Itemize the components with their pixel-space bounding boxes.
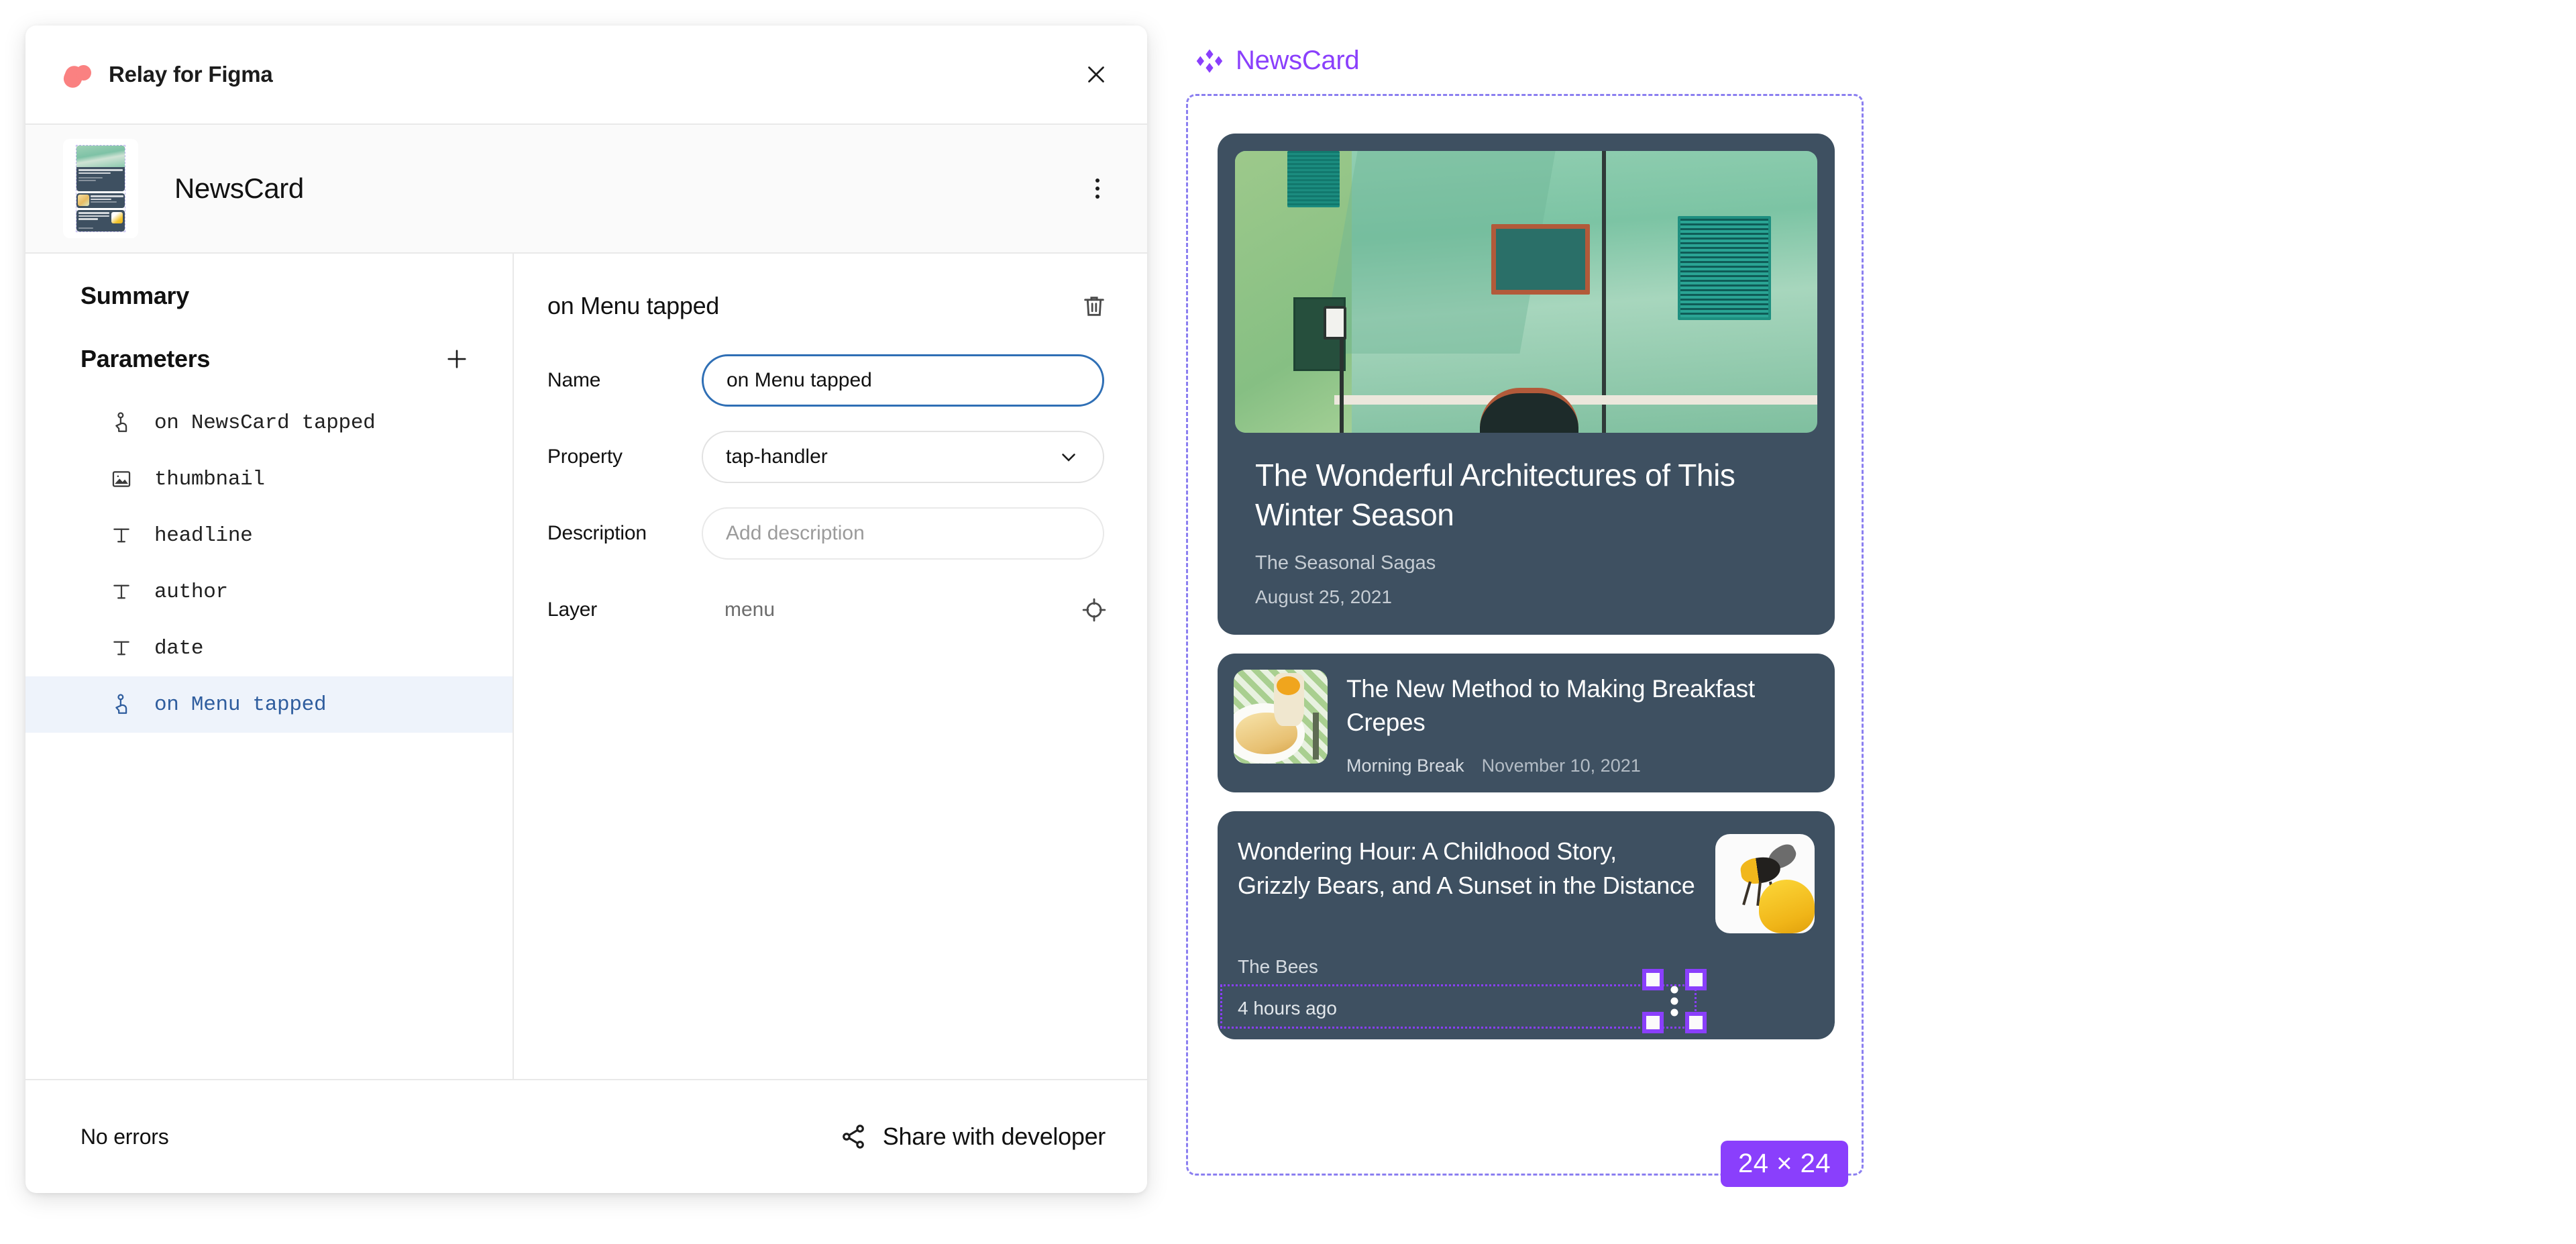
chevron-down-icon (1062, 454, 1075, 462)
layer-value: menu (724, 599, 775, 621)
bee-honey-photo (1715, 833, 1815, 933)
close-icon (1088, 66, 1104, 83)
share-with-developer-button[interactable]: Share with developer (839, 1122, 1106, 1151)
newscard-stack: The Wonderful Architectures of This Wint… (1218, 134, 1835, 1039)
layer-label: Layer (547, 599, 598, 621)
featured-headline: Wondering Hour: A Childhood Story, Grizz… (1238, 837, 1695, 899)
resize-handle-bottom-left[interactable] (1642, 1011, 1664, 1033)
crosshair-target-icon (1082, 598, 1106, 622)
hero-headline: The Wonderful Architectures of This Wint… (1255, 458, 1735, 532)
property-row: Property tap-handler (547, 431, 1114, 483)
image-icon (107, 465, 136, 493)
detail-header: on Menu tapped (547, 282, 1114, 330)
name-row: Name (547, 354, 1114, 407)
parameter-row[interactable]: headline (25, 507, 513, 564)
add-parameter-button[interactable] (439, 341, 475, 377)
parameters-heading: Parameters (80, 345, 211, 372)
relay-logo-icon (60, 59, 94, 91)
parameter-row[interactable]: on Menu tapped (25, 676, 513, 733)
component-thumbnail (63, 139, 138, 238)
detail-title: on Menu tapped (547, 292, 720, 319)
green-building-photo (1235, 151, 1817, 433)
summary-heading: Summary (80, 282, 189, 309)
property-select-value: tap-handler (726, 446, 828, 468)
name-label: Name (547, 369, 601, 391)
component-frame-outline[interactable]: The Wonderful Architectures of This Wint… (1186, 94, 1864, 1176)
resize-handle-top-left[interactable] (1642, 968, 1664, 990)
parameter-row[interactable]: author (25, 564, 513, 620)
text-icon (107, 521, 136, 550)
row-card-text: The New Method to Making Breakfast Crepe… (1346, 670, 1819, 776)
hero-author: The Seasonal Sagas (1255, 552, 1436, 574)
component-frame-label: NewsCard (1236, 46, 1360, 75)
relay-plugin-panel: Relay for Figma NewsCard Summary Paramet… (25, 25, 1147, 1193)
panel-footer: No errors Share with developer (25, 1079, 1147, 1193)
parameter-row[interactable]: on NewsCard tapped (25, 395, 513, 451)
panel-title: Relay for Figma (109, 62, 273, 87)
row-date: November 10, 2021 (1481, 755, 1641, 776)
text-icon (107, 634, 136, 662)
parameter-label: headline (154, 523, 253, 548)
featured-author: The Bees (1238, 955, 1318, 977)
figma-canvas: NewsCard The Wonderful Architectures of … (1181, 0, 2576, 1244)
figma-component-icon (1196, 49, 1223, 72)
row-author: Morning Break (1346, 755, 1464, 776)
description-input[interactable] (702, 507, 1104, 560)
breakfast-crepes-photo (1234, 669, 1328, 764)
parameter-label: on Menu tapped (154, 692, 327, 717)
news-card-featured[interactable]: Wondering Hour: A Childhood Story, Grizz… (1218, 811, 1835, 1039)
parameter-label: thumbnail (154, 467, 265, 491)
share-label: Share with developer (882, 1123, 1106, 1150)
component-name: NewsCard (174, 172, 304, 204)
parameters-list: on NewsCard tapped thumbnail headline autho… (25, 395, 513, 733)
hero-card-text: The Wonderful Architectures of This Wint… (1235, 433, 1817, 635)
parameters-header: Parameters (25, 310, 513, 395)
close-button[interactable] (1076, 54, 1116, 95)
name-input[interactable] (702, 354, 1104, 407)
component-header: NewsCard (25, 125, 1147, 254)
parameter-detail-form: on Menu tapped Name Property (514, 254, 1147, 1079)
resize-handle-top-right[interactable] (1685, 968, 1707, 990)
description-row: Description (547, 507, 1114, 560)
resize-handle-bottom-right[interactable] (1685, 1011, 1707, 1033)
row-meta: Morning Break November 10, 2021 (1346, 756, 1819, 776)
parameter-label: author (154, 580, 228, 604)
locate-layer-button[interactable] (1075, 590, 1114, 629)
share-nodes-icon (842, 1125, 864, 1149)
more-vertical-icon[interactable] (1079, 170, 1116, 207)
selection-handles[interactable] (1642, 968, 1707, 1033)
delete-parameter-button[interactable] (1075, 287, 1114, 325)
layer-selection-outline[interactable] (1220, 968, 1707, 1033)
parameters-column: Summary Parameters on NewsCard tapped thu… (25, 254, 514, 1079)
plus-icon (447, 350, 466, 368)
parameter-row[interactable]: thumbnail (25, 451, 513, 507)
panel-body: Summary Parameters on NewsCard tapped thu… (25, 254, 1147, 1079)
description-label: Description (547, 522, 647, 544)
size-badge: 24 × 24 (1721, 1141, 1849, 1187)
property-select[interactable]: tap-handler (702, 431, 1104, 483)
more-vertical-icon[interactable] (1670, 986, 1678, 1017)
featured-top: Wondering Hour: A Childhood Story, Grizz… (1238, 833, 1815, 933)
panel-titlebar: Relay for Figma (25, 25, 1147, 125)
parameter-label: date (154, 636, 204, 660)
row-headline: The New Method to Making Breakfast Crepe… (1346, 674, 1755, 736)
parameter-label: on NewsCard tapped (154, 411, 376, 435)
property-label: Property (547, 446, 623, 468)
news-card-hero[interactable]: The Wonderful Architectures of This Wint… (1218, 134, 1835, 635)
component-frame-title[interactable]: NewsCard (1195, 46, 1360, 76)
error-status: No errors (80, 1124, 169, 1149)
hero-date: August 25, 2021 (1255, 586, 1392, 607)
trash-icon (1084, 297, 1104, 316)
parameter-row[interactable]: date (25, 620, 513, 676)
text-icon (107, 578, 136, 606)
layer-row: Layer menu (547, 590, 1114, 629)
tap-handler-icon (107, 690, 136, 719)
tap-handler-icon (107, 409, 136, 437)
news-card-row[interactable]: The New Method to Making Breakfast Crepe… (1218, 653, 1835, 792)
